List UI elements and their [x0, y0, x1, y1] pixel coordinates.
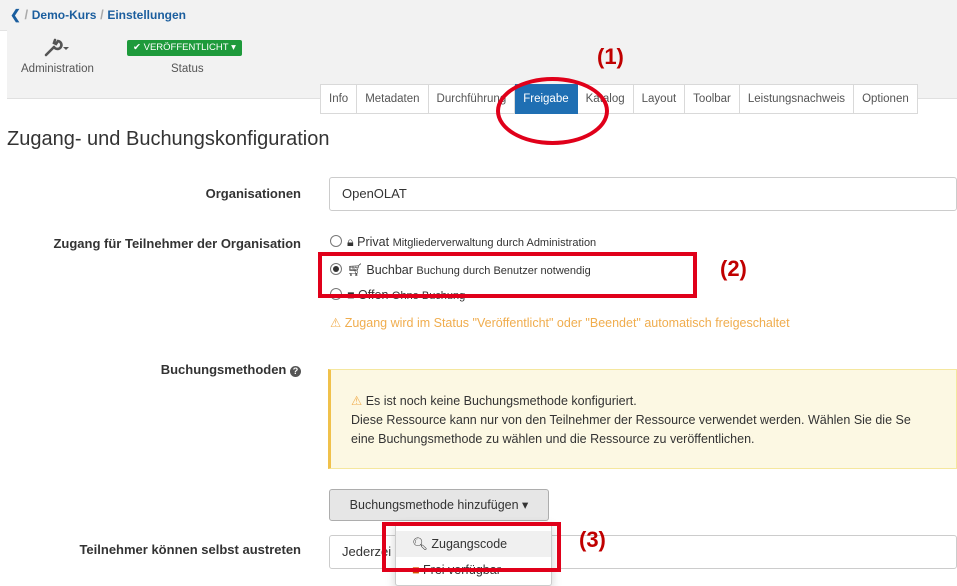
status-badge-text: VERÖFFENTLICHT: [143, 42, 229, 53]
alert-line-1: ⚠ Es ist noch keine Buchungsmethode konf…: [351, 392, 911, 411]
annotation-box-3: [382, 522, 561, 572]
lock-icon: 🔒︎: [347, 235, 354, 249]
warning-icon: ⚠: [351, 394, 363, 408]
caret-down-icon: ▾: [231, 42, 236, 53]
help-icon[interactable]: ?: [290, 366, 301, 377]
radio-private[interactable]: [330, 235, 342, 247]
breadcrumb-separator: /: [24, 7, 32, 22]
add-booking-method-label: Buchungsmethode hinzufügen: [349, 498, 519, 512]
access-warning-text: Zugang wird im Status "Veröffentlicht" o…: [344, 316, 790, 330]
tab-leistungsnachweis[interactable]: Leistungsnachweis: [739, 84, 855, 114]
tab-optionen[interactable]: Optionen: [854, 84, 918, 114]
breadcrumb-nav: ❮ / Demo-Kurs / Einstellungen: [10, 7, 186, 23]
status-badge[interactable]: ✔ VERÖFFENTLICHT ▾: [127, 40, 242, 56]
tab-layout[interactable]: Layout: [633, 84, 686, 114]
add-booking-method-button[interactable]: Buchungsmethode hinzufügen ▾: [329, 489, 549, 521]
organisations-label: Organisationen: [205, 186, 301, 201]
annotation-1: (1): [597, 44, 624, 69]
tab-metadaten[interactable]: Metadaten: [357, 84, 429, 114]
chevron-left-icon[interactable]: ❮: [10, 7, 21, 22]
breadcrumb: ❮ / Demo-Kurs / Einstellungen: [0, 0, 957, 31]
booking-methods-label: Buchungsmethoden: [160, 362, 287, 377]
no-booking-method-alert: ⚠ Es ist noch keine Buchungsmethode konf…: [328, 369, 957, 469]
wrench-icon[interactable]: [43, 38, 71, 58]
annotation-2: (2): [720, 256, 747, 281]
check-icon: ✔: [133, 42, 141, 53]
alert-line-2: Diese Ressource kann nur von den Teilneh…: [351, 413, 911, 427]
breadcrumb-course-link[interactable]: Demo-Kurs: [32, 8, 97, 22]
access-label: Zugang für Teilnehmer der Organisation: [53, 236, 301, 251]
settings-tabs: Info Metadaten Durchführung Freigabe Kat…: [320, 84, 918, 114]
access-warning: ⚠ Zugang wird im Status "Veröffentlicht"…: [330, 315, 790, 330]
option-private-title: Privat: [357, 235, 390, 249]
option-private-desc: Mitgliederverwaltung durch Administratio…: [392, 237, 597, 249]
warning-icon: ⚠: [330, 316, 342, 330]
breadcrumb-settings-link[interactable]: Einstellungen: [107, 8, 186, 22]
access-option-private[interactable]: 🔒︎ Privat Mitgliederverwaltung durch Adm…: [330, 235, 596, 250]
alert-line-1-text: Es ist noch keine Buchungsmethode konfig…: [365, 394, 637, 408]
annotation-ellipse: [496, 77, 609, 145]
leave-label: Teilnehmer können selbst austreten: [79, 542, 301, 557]
tab-toolbar[interactable]: Toolbar: [685, 84, 740, 114]
tab-info[interactable]: Info: [320, 84, 358, 114]
page-title: Zugang- und Buchungskonfiguration: [7, 128, 330, 150]
caret-down-icon: ▾: [522, 498, 529, 512]
organisations-field[interactable]: OpenOLAT: [329, 177, 957, 211]
annotation-box-2: [318, 252, 697, 298]
alert-line-3: eine Buchungsmethode zu wählen und die R…: [351, 432, 755, 446]
booking-methods-label-row: Buchungsmethoden ?: [161, 362, 301, 377]
administration-label[interactable]: Administration: [21, 63, 94, 75]
status-label: Status: [171, 63, 204, 75]
annotation-3: (3): [579, 527, 606, 552]
